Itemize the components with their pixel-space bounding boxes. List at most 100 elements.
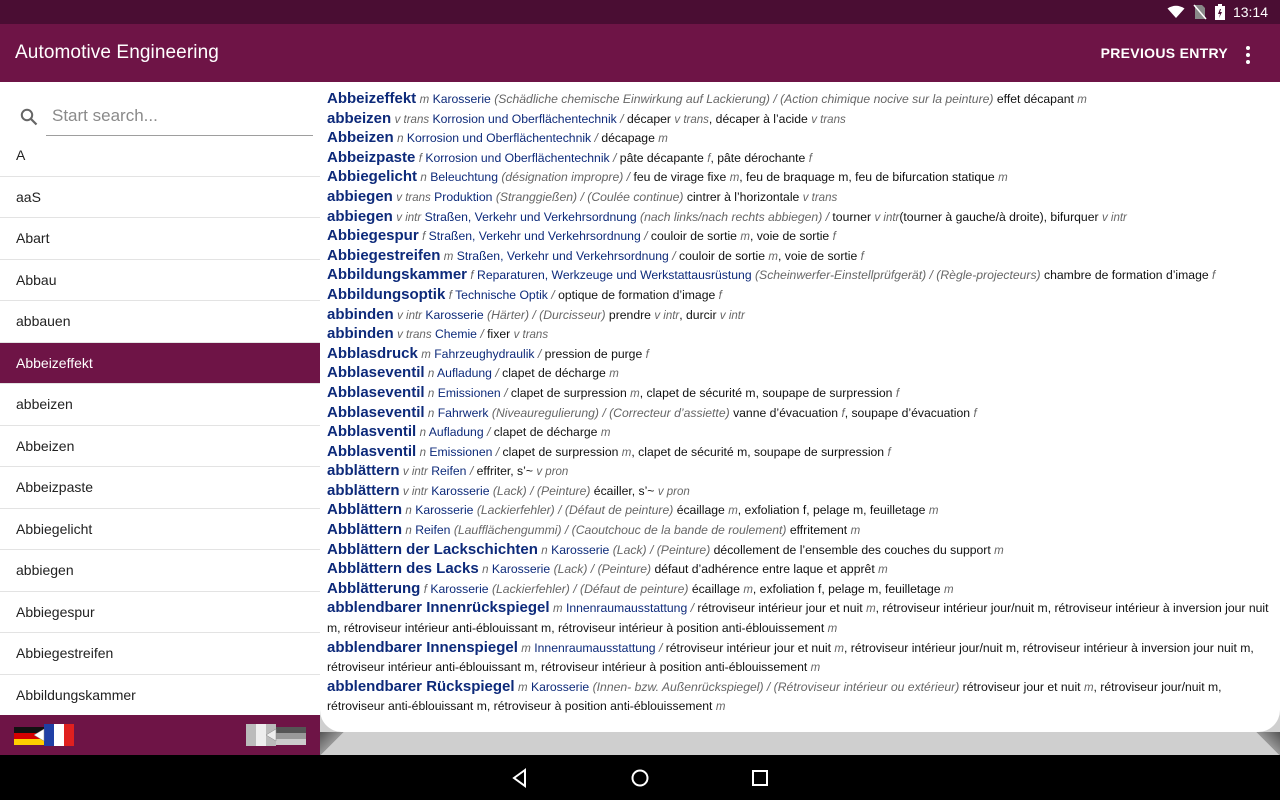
headword[interactable]: abblättern: [327, 482, 400, 499]
headword[interactable]: Abbiegelicht: [327, 168, 417, 185]
headword[interactable]: abblättern: [327, 462, 400, 479]
list-item[interactable]: Abbildungskammer: [0, 675, 320, 716]
domain-label: Korrosion und Oberflächentechnik: [406, 131, 592, 146]
list-item[interactable]: abbeizen: [0, 384, 320, 426]
entry-row[interactable]: Abblasventil n Aufladung / clapet de déc…: [327, 423, 1275, 443]
entry-row[interactable]: Abblaseventil n Fahrwerk (Niveauregulier…: [327, 404, 1275, 424]
headword[interactable]: abbinden: [327, 306, 394, 323]
search-input[interactable]: [46, 96, 313, 136]
usage-note: (Schädliche chemische Einwirkung auf Lac…: [494, 92, 994, 106]
headword[interactable]: Abblättern: [327, 521, 402, 538]
list-item[interactable]: Abbiegespur: [0, 592, 320, 633]
usage-note: (nach links/nach rechts abbiegen) /: [640, 209, 830, 224]
grammar-tag: m: [630, 387, 640, 400]
headword[interactable]: Abblaseventil: [327, 404, 425, 421]
previous-entry-button[interactable]: PREVIOUS ENTRY: [1101, 45, 1228, 61]
entry-row[interactable]: Abbiegelicht n Beleuchtung (désignation …: [327, 168, 1275, 188]
headword[interactable]: Abblasdruck: [327, 345, 418, 362]
headword[interactable]: Abblaseventil: [327, 364, 425, 381]
headword[interactable]: abbeizen: [327, 110, 391, 127]
entry-row[interactable]: Abbildungsoptik f Technische Optik / opt…: [327, 286, 1275, 306]
entry-row[interactable]: Abblasventil n Emissionen / clapet de su…: [327, 443, 1275, 463]
list-item[interactable]: Abbeizen: [0, 426, 320, 467]
domain-label: Korrosion und Oberflächentechnik: [432, 111, 617, 126]
headword[interactable]: Abblättern: [327, 501, 402, 518]
headword[interactable]: abblendbarer Innenspiegel: [327, 639, 518, 656]
entry-row[interactable]: Abblaseventil n Aufladung / clapet de dé…: [327, 364, 1275, 384]
headword[interactable]: Abbeizen: [327, 129, 394, 146]
grammar-tag: v intr: [402, 466, 428, 479]
entry-row[interactable]: Abbeizen n Korrosion und Oberflächentech…: [327, 129, 1275, 149]
headword[interactable]: Abbeizpaste: [327, 149, 415, 166]
headword[interactable]: Abblättern des Lacks: [327, 560, 479, 577]
entry-row[interactable]: abbinden v intr Karosserie (Härter) / (D…: [327, 306, 1275, 326]
headword[interactable]: Abblättern der Lackschichten: [327, 541, 538, 558]
headword[interactable]: abblendbarer Rückspiegel: [327, 678, 515, 695]
headword[interactable]: abbinden: [327, 325, 394, 342]
entry-row[interactable]: abbinden v trans Chemie / fixer v trans: [327, 325, 1275, 345]
headword[interactable]: abbiegen: [327, 208, 393, 225]
list-item[interactable]: Abbeizeffekt: [0, 342, 320, 384]
entry-row[interactable]: Abbeizeffekt m Karosserie (Schädliche ch…: [327, 90, 1275, 110]
headword[interactable]: Abbildungskammer: [327, 266, 467, 283]
headword[interactable]: Abbeizeffekt: [327, 90, 416, 107]
headword[interactable]: Abblasventil: [327, 423, 416, 440]
entry-row[interactable]: Abblättern des Lacks n Karosserie (Lack)…: [327, 560, 1275, 580]
usage-note: /: [504, 385, 508, 400]
list-item[interactable]: abbiegen: [0, 550, 320, 592]
entry-row[interactable]: abblendbarer Innenrückspiegel m Innenrau…: [327, 599, 1275, 638]
list-item[interactable]: Abbiegestreifen: [0, 633, 320, 675]
entry-row[interactable]: Abblättern der Lackschichten n Karosseri…: [327, 541, 1275, 561]
translation: , voie de sortie: [749, 229, 830, 244]
entry-row[interactable]: Abbildungskammer f Reparaturen, Werkzeug…: [327, 266, 1275, 286]
headword[interactable]: Abbildungsoptik: [327, 286, 445, 303]
list-item[interactable]: aaS: [0, 177, 320, 218]
list-item[interactable]: Abart: [0, 218, 320, 260]
french-german-direction-button[interactable]: [246, 723, 306, 747]
back-icon[interactable]: [509, 767, 531, 789]
entry-row[interactable]: Abblaseventil n Emissionen / clapet de s…: [327, 384, 1275, 404]
german-french-direction-button[interactable]: [14, 723, 74, 747]
grammar-tag: v intr: [397, 309, 422, 322]
usage-note: (Lack) / (Peinture): [492, 483, 591, 498]
entry-row[interactable]: abblendbarer Innenspiegel m Innenraumaus…: [327, 639, 1275, 678]
list-item[interactable]: A: [0, 135, 320, 177]
entry-row[interactable]: abbeizen v trans Korrosion und Oberfläch…: [327, 110, 1275, 130]
list-item[interactable]: Abbau: [0, 260, 320, 301]
grammar-tag: m: [878, 564, 888, 577]
entry-row[interactable]: Abbiegestreifen m Straßen, Verkehr und V…: [327, 247, 1275, 267]
headword[interactable]: Abbiegestreifen: [327, 247, 440, 264]
list-item[interactable]: Abbeizpaste: [0, 467, 320, 509]
translation: pression de purge: [544, 346, 643, 361]
headword[interactable]: Abblasventil: [327, 443, 416, 460]
grammar-tag: f: [973, 407, 977, 420]
headword[interactable]: abblendbarer Innenrückspiegel: [327, 599, 550, 616]
list-item[interactable]: Abbiegelicht: [0, 509, 320, 550]
entry-row[interactable]: Abbiegespur f Straßen, Verkehr und Verke…: [327, 227, 1275, 247]
headword[interactable]: Abbiegespur: [327, 227, 419, 244]
list-item[interactable]: abbauen: [0, 301, 320, 343]
domain-label: Karosserie: [551, 542, 610, 557]
battery-icon: [1214, 4, 1225, 20]
entry-row[interactable]: abbiegen v intr Straßen, Verkehr und Ver…: [327, 208, 1275, 228]
grammar-tag: v trans: [396, 191, 431, 204]
entry-row[interactable]: abblendbarer Rückspiegel m Karosserie (I…: [327, 678, 1275, 716]
entry-row[interactable]: abblättern v intr Reifen / effriter, s’~…: [327, 462, 1275, 482]
entry-list: Abbeizeffekt m Karosserie (Schädliche ch…: [327, 90, 1275, 716]
entry-row[interactable]: Abblasdruck m Fahrzeughydraulik / pressi…: [327, 345, 1275, 365]
headword[interactable]: Abblätterung: [327, 580, 420, 597]
entry-row[interactable]: Abblättern n Karosserie (Lackierfehler) …: [327, 501, 1275, 521]
recents-icon[interactable]: [749, 767, 771, 789]
entry-row[interactable]: abbiegen v trans Produktion (Stranggieße…: [327, 188, 1275, 208]
entry-row[interactable]: Abblättern n Reifen (Laufflächengummi) /…: [327, 521, 1275, 541]
headword[interactable]: abbiegen: [327, 188, 393, 205]
entry-row[interactable]: Abblätterung f Karosserie (Lackierfehler…: [327, 580, 1275, 600]
headword[interactable]: Abblaseventil: [327, 384, 425, 401]
grammar-tag: v trans: [674, 113, 709, 126]
entry-row[interactable]: abblättern v intr Karosserie (Lack) / (P…: [327, 482, 1275, 502]
grammar-tag: n: [427, 387, 435, 400]
home-icon[interactable]: [629, 767, 651, 789]
entry-row[interactable]: Abbeizpaste f Korrosion und Oberflächent…: [327, 149, 1275, 169]
grammar-tag: n: [419, 427, 426, 440]
overflow-menu-icon[interactable]: [1236, 43, 1260, 67]
